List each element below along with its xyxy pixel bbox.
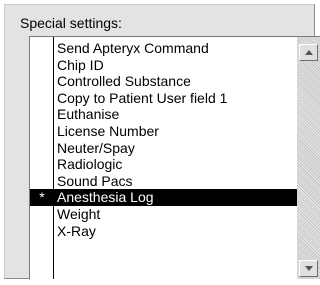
list-item-label: Euthanise bbox=[57, 106, 120, 123]
list-item[interactable]: License Number bbox=[30, 123, 297, 140]
scroll-up-button[interactable] bbox=[299, 44, 318, 61]
special-settings-label: Special settings: bbox=[20, 15, 122, 31]
arrow-down-icon bbox=[304, 266, 313, 271]
list-item-label: Anesthesia Log bbox=[57, 189, 154, 206]
special-settings-groupbox: Special settings: Send Apteryx Command Ch… bbox=[4, 4, 320, 280]
list-item[interactable]: Euthanise bbox=[30, 106, 297, 123]
list-item-label: Sound Pacs bbox=[57, 172, 133, 189]
list-item[interactable]: Sound Pacs bbox=[30, 173, 297, 190]
row-marker: * bbox=[39, 189, 45, 206]
list-item[interactable]: Neuter/Spay bbox=[30, 140, 297, 157]
arrow-up-icon bbox=[304, 50, 313, 55]
list-item[interactable]: Copy to Patient User field 1 bbox=[30, 90, 297, 107]
list-item[interactable]: Chip ID bbox=[30, 57, 297, 74]
list-rows: Send Apteryx Command Chip ID Controlled Su… bbox=[30, 40, 297, 239]
list-item-label: Chip ID bbox=[57, 56, 104, 73]
vertical-scrollbar[interactable] bbox=[297, 37, 320, 279]
list-item-label: Controlled Substance bbox=[57, 73, 191, 90]
list-item[interactable]: * Anesthesia Log bbox=[30, 189, 297, 206]
list-item[interactable]: Send Apteryx Command bbox=[30, 40, 297, 57]
scroll-down-button[interactable] bbox=[299, 260, 318, 277]
list-item-label: Send Apteryx Command bbox=[57, 40, 209, 56]
list-item[interactable]: Weight bbox=[30, 206, 297, 223]
list-item-label: Radiologic bbox=[57, 156, 123, 173]
list-item-label: X-Ray bbox=[57, 222, 96, 239]
list-item[interactable]: Radiologic bbox=[30, 156, 297, 173]
list-item-label: License Number bbox=[57, 122, 159, 139]
special-settings-listbox[interactable]: Send Apteryx Command Chip ID Controlled Su… bbox=[29, 36, 320, 280]
list-item-label: Copy to Patient User field 1 bbox=[57, 89, 228, 106]
list-item[interactable]: Controlled Substance bbox=[30, 73, 297, 90]
list-item-label: Weight bbox=[57, 205, 101, 222]
list-item[interactable]: X-Ray bbox=[30, 223, 297, 240]
list-item-label: Neuter/Spay bbox=[57, 139, 135, 156]
special-settings-list-area: Send Apteryx Command Chip ID Controlled Su… bbox=[30, 37, 298, 279]
